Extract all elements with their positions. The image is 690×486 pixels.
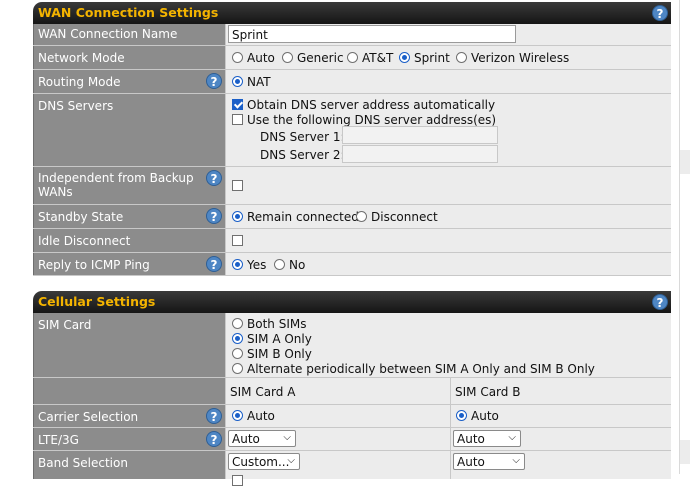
sim-a-only[interactable]: SIM A Only (232, 332, 312, 346)
radio-icon[interactable] (356, 211, 367, 222)
label-sim-card: SIM Card (38, 318, 92, 332)
cellular-settings-header: Cellular Settings ? (33, 291, 671, 313)
sim-alternate[interactable]: Alternate periodically between SIM A Onl… (232, 362, 595, 376)
radio-icon[interactable] (456, 52, 467, 63)
row-dns-servers: DNS Servers Obtain DNS server address au… (33, 94, 671, 167)
label-wan-connection-name: WAN Connection Name (38, 27, 178, 41)
network-mode-verizon[interactable]: Verizon Wireless (456, 51, 569, 65)
cellular-settings-title: Cellular Settings (38, 294, 156, 309)
label-band-selection: Band Selection (38, 456, 128, 470)
dns-use-following-checkbox[interactable]: Use the following DNS server address(es) (232, 113, 496, 127)
network-mode-generic[interactable]: Generic (282, 51, 344, 65)
standby-disconnect[interactable]: Disconnect (356, 210, 438, 224)
network-mode-sprint[interactable]: Sprint (399, 51, 450, 65)
label-dns-servers: DNS Servers (38, 99, 114, 113)
sim-card-b-heading: SIM Card B (455, 385, 521, 399)
checkbox-checked-icon[interactable] (232, 99, 243, 110)
label-routing-mode: Routing Mode (38, 75, 121, 89)
standby-remain-connected[interactable]: Remain connected (232, 210, 359, 224)
radio-icon[interactable] (274, 259, 285, 270)
chevron-down-icon: ⌵ (512, 455, 520, 466)
help-icon[interactable]: ? (652, 5, 668, 21)
dns-server-2-label: DNS Server 2: (260, 148, 345, 162)
chevron-down-icon: ⌵ (508, 432, 516, 443)
label-idle-disconnect: Idle Disconnect (38, 234, 131, 248)
radio-icon[interactable] (347, 52, 358, 63)
background-page-edge (679, 0, 690, 474)
help-icon[interactable]: ? (652, 294, 668, 310)
icmp-no[interactable]: No (274, 258, 305, 272)
sim-b-only[interactable]: SIM B Only (232, 347, 312, 361)
radio-icon[interactable] (232, 348, 243, 359)
wan-settings-title: WAN Connection Settings (38, 5, 219, 20)
chevron-down-icon: ⌵ (283, 432, 291, 443)
row-band-selection: Band Selection Custom... ⌵ Auto ⌵ (33, 451, 671, 486)
radio-selected-icon[interactable] (399, 52, 410, 63)
carrier-b-auto[interactable]: Auto (456, 409, 499, 423)
row-idle-disconnect: Idle Disconnect (33, 229, 671, 253)
radio-selected-icon[interactable] (232, 259, 243, 270)
radio-selected-icon[interactable] (232, 211, 243, 222)
network-mode-auto[interactable]: Auto (232, 51, 275, 65)
wan-settings-header: WAN Connection Settings ? (33, 2, 671, 24)
radio-icon[interactable] (282, 52, 293, 63)
network-mode-att[interactable]: AT&T (347, 51, 393, 65)
row-wan-connection-name: WAN Connection Name Sprint (33, 24, 671, 46)
label-network-mode: Network Mode (38, 51, 125, 65)
row-routing-mode: Routing Mode? NAT (33, 70, 671, 94)
label-carrier-selection: Carrier Selection (38, 410, 139, 424)
help-icon[interactable]: ? (206, 431, 222, 447)
independent-backup-checkbox[interactable] (232, 180, 243, 191)
radio-icon[interactable] (232, 52, 243, 63)
sim-both[interactable]: Both SIMs (232, 317, 306, 331)
row-standby-state: Standby State? Remain connected Disconne… (33, 205, 671, 229)
band-b-select[interactable]: Auto ⌵ (453, 453, 525, 470)
radio-selected-icon[interactable] (232, 410, 243, 421)
row-sim-card: SIM Card Both SIMs SIM A Only SIM B Only… (33, 313, 671, 378)
row-sim-columns: SIM Card A SIM Card B (33, 378, 671, 405)
label-icmp-ping: Reply to ICMP Ping (38, 258, 150, 272)
checkbox-icon[interactable] (232, 114, 243, 125)
label-independent-backup: Independent from Backup WANs (38, 171, 194, 199)
carrier-a-auto[interactable]: Auto (232, 409, 275, 423)
label-lte-3g: LTE/3G (38, 433, 79, 447)
radio-selected-icon[interactable] (232, 333, 243, 344)
radio-icon[interactable] (232, 318, 243, 329)
sim-card-a-heading: SIM Card A (230, 385, 296, 399)
help-icon[interactable]: ? (206, 208, 222, 224)
dns-server-1-label: DNS Server 1: (260, 130, 345, 144)
lte-a-select[interactable]: Auto ⌵ (228, 430, 296, 447)
radio-selected-icon[interactable] (232, 76, 243, 87)
help-icon[interactable]: ? (206, 408, 222, 424)
row-network-mode: Network Mode Auto Generic AT&T Sprint Ve… (33, 46, 671, 70)
radio-icon[interactable] (232, 363, 243, 374)
band-a-select[interactable]: Custom... ⌵ (228, 453, 300, 470)
band-checkbox[interactable] (232, 475, 243, 486)
help-icon[interactable]: ? (206, 170, 222, 186)
dns-server-1-input[interactable] (342, 126, 498, 144)
idle-disconnect-checkbox[interactable] (232, 235, 243, 246)
wan-connection-name-input[interactable]: Sprint (228, 25, 516, 43)
chevron-down-icon: ⌵ (287, 455, 295, 466)
help-icon[interactable]: ? (206, 73, 222, 89)
help-icon[interactable]: ? (206, 256, 222, 272)
label-standby-state: Standby State (38, 210, 124, 224)
dns-server-2-input[interactable] (342, 145, 498, 163)
row-lte-3g: LTE/3G? Auto ⌵ Auto ⌵ (33, 428, 671, 451)
dns-obtain-auto-checkbox[interactable]: Obtain DNS server address automatically (232, 98, 495, 112)
row-icmp-ping: Reply to ICMP Ping? Yes No (33, 253, 671, 276)
row-independent-backup: Independent from Backup WANs? (33, 167, 671, 205)
lte-b-select[interactable]: Auto ⌵ (453, 430, 521, 447)
row-carrier-selection: Carrier Selection? Auto Auto (33, 405, 671, 428)
icmp-yes[interactable]: Yes (232, 258, 266, 272)
routing-mode-nat[interactable]: NAT (232, 75, 271, 89)
radio-selected-icon[interactable] (456, 410, 467, 421)
